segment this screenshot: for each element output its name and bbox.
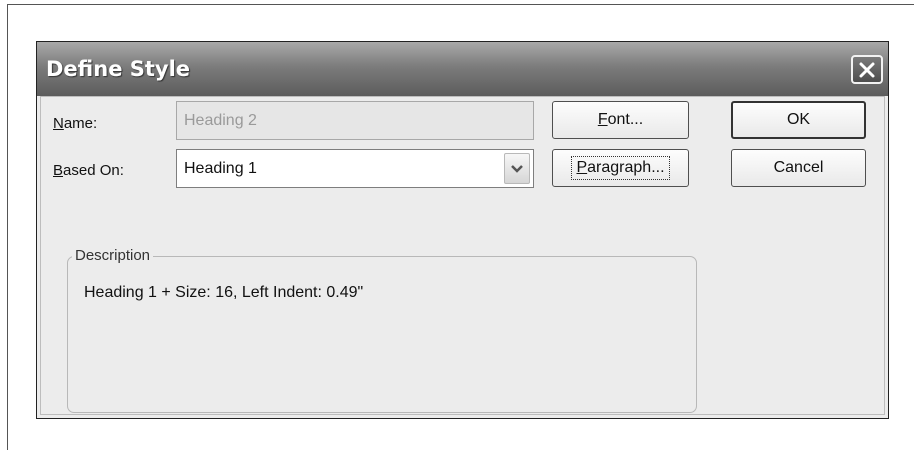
dropdown-arrow-button[interactable]: [504, 153, 530, 184]
chevron-down-icon: [511, 164, 523, 173]
cancel-button[interactable]: Cancel: [731, 149, 866, 187]
close-icon: [859, 62, 875, 77]
based-on-dropdown[interactable]: Heading 1: [176, 149, 534, 188]
ok-button-label: OK: [786, 111, 811, 128]
based-on-value: Heading 1: [184, 160, 257, 177]
description-legend: Description: [72, 247, 154, 264]
description-text: Heading 1 + Size: 16, Left Indent: 0.49": [84, 284, 364, 301]
name-field[interactable]: Heading 2: [176, 101, 534, 140]
paragraph-button[interactable]: Paragraph...: [552, 149, 689, 187]
description-group: [67, 256, 697, 413]
name-label: Name:: [53, 115, 98, 132]
title-bar[interactable]: Define Style: [37, 42, 888, 96]
based-on-label: Based On:: [53, 162, 124, 179]
name-field-value: Heading 2: [184, 112, 257, 129]
define-style-dialog: Define Style Name: Heading 2 Based On: H…: [36, 41, 889, 419]
cancel-button-label: Cancel: [773, 159, 824, 176]
page-border-top: [7, 4, 914, 5]
close-button[interactable]: [851, 55, 883, 84]
dialog-client-area: Name: Heading 2 Based On: Heading 1 Font…: [40, 96, 885, 415]
paragraph-button-label: Paragraph...: [571, 156, 670, 180]
font-button-label: Font...: [597, 111, 644, 128]
dialog-title: Define Style: [46, 57, 191, 81]
ok-button[interactable]: OK: [731, 101, 866, 139]
page-border-left: [7, 4, 8, 450]
font-button[interactable]: Font...: [552, 101, 689, 139]
